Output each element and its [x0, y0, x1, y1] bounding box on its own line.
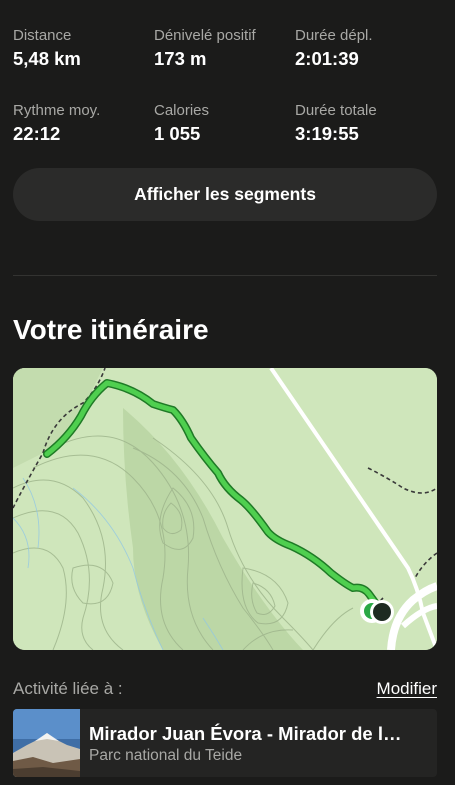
route-map[interactable] — [13, 368, 437, 650]
route-end-marker-fill — [373, 603, 391, 621]
stat-average-pace: Rythme moy. 22:12 — [13, 101, 154, 146]
stat-value: 22:12 — [13, 123, 61, 144]
linked-activity-subtitle: Parc national du Teide — [89, 747, 243, 764]
stat-elevation-gain: Dénivelé positif 173 m — [154, 26, 295, 71]
show-segments-button[interactable]: Afficher les segments — [13, 168, 437, 221]
stat-total-time: Durée totale 3:19:55 — [295, 101, 443, 146]
stat-value: 3:19:55 — [295, 123, 359, 144]
stat-moving-time: Durée dépl. 2:01:39 — [295, 26, 443, 71]
stat-value: 2:01:39 — [295, 48, 359, 69]
linked-activity-card[interactable]: Mirador Juan Évora - Mirador de l… Parc … — [13, 709, 437, 777]
section-divider — [13, 275, 437, 276]
linked-activity-label: Activité liée à : — [13, 679, 123, 698]
stat-distance: Distance 5,48 km — [13, 26, 154, 71]
linked-activity-title: Mirador Juan Évora - Mirador de l… — [89, 723, 402, 744]
route-section-title: Votre itinéraire — [13, 314, 209, 345]
stat-value: 173 m — [154, 48, 207, 69]
stat-label: Calories — [154, 102, 210, 119]
stat-label: Durée dépl. — [295, 27, 373, 44]
stat-value: 1 055 — [154, 123, 201, 144]
activity-thumbnail — [13, 709, 80, 777]
stat-value: 5,48 km — [13, 48, 81, 69]
modify-link[interactable]: Modifier — [377, 679, 437, 699]
stat-label: Durée totale — [295, 102, 377, 119]
stat-calories: Calories 1 055 — [154, 101, 295, 146]
stat-label: Distance — [13, 27, 72, 44]
stat-label: Dénivelé positif — [154, 27, 256, 44]
stats-grid: Distance 5,48 km Dénivelé positif 173 m … — [13, 26, 443, 146]
route-map-canvas — [13, 368, 437, 650]
stat-label: Rythme moy. — [13, 102, 101, 119]
